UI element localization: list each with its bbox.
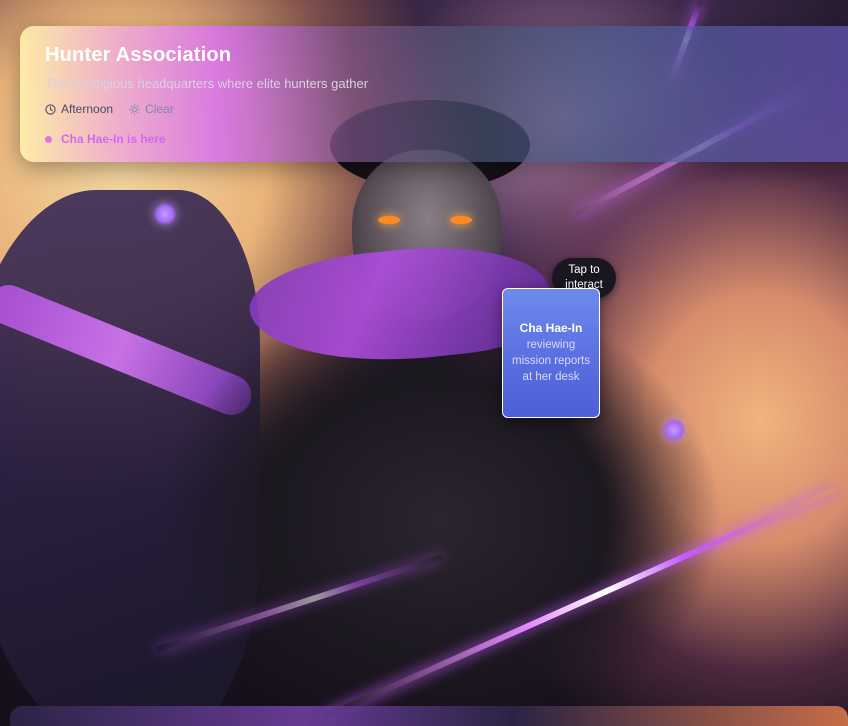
interaction-hotspot[interactable] (663, 419, 685, 441)
npc-card-cha-hae-in[interactable]: Cha Hae-In reviewing mission reports at … (502, 288, 600, 418)
location-description: The prestigious headquarters where elite… (45, 76, 369, 91)
background-figure-eye-right (450, 216, 472, 224)
time-of-day-indicator: Afternoon (45, 102, 113, 116)
npc-presence-indicator: Cha Hae-In is here (45, 132, 166, 146)
presence-dot-icon (45, 135, 52, 143)
location-header-panel: Hunter Association The prestigious headq… (20, 26, 848, 162)
interaction-hotspot[interactable] (154, 203, 176, 225)
npc-presence-text: Cha Hae-In is here (61, 132, 166, 146)
npc-activity: reviewing mission reports at her desk (512, 339, 590, 383)
bottom-panel-edge (10, 706, 848, 726)
location-title: Hunter Association (45, 44, 232, 66)
background-figure-eye-left (378, 216, 400, 224)
npc-name: Cha Hae-In (519, 321, 583, 335)
clock-icon (45, 103, 56, 115)
weather-indicator: Clear (129, 102, 174, 116)
location-status-row: Afternoon Clear (45, 102, 174, 116)
time-of-day-label: Afternoon (61, 102, 114, 116)
weather-label: Clear (145, 102, 174, 116)
sun-icon (129, 103, 140, 115)
